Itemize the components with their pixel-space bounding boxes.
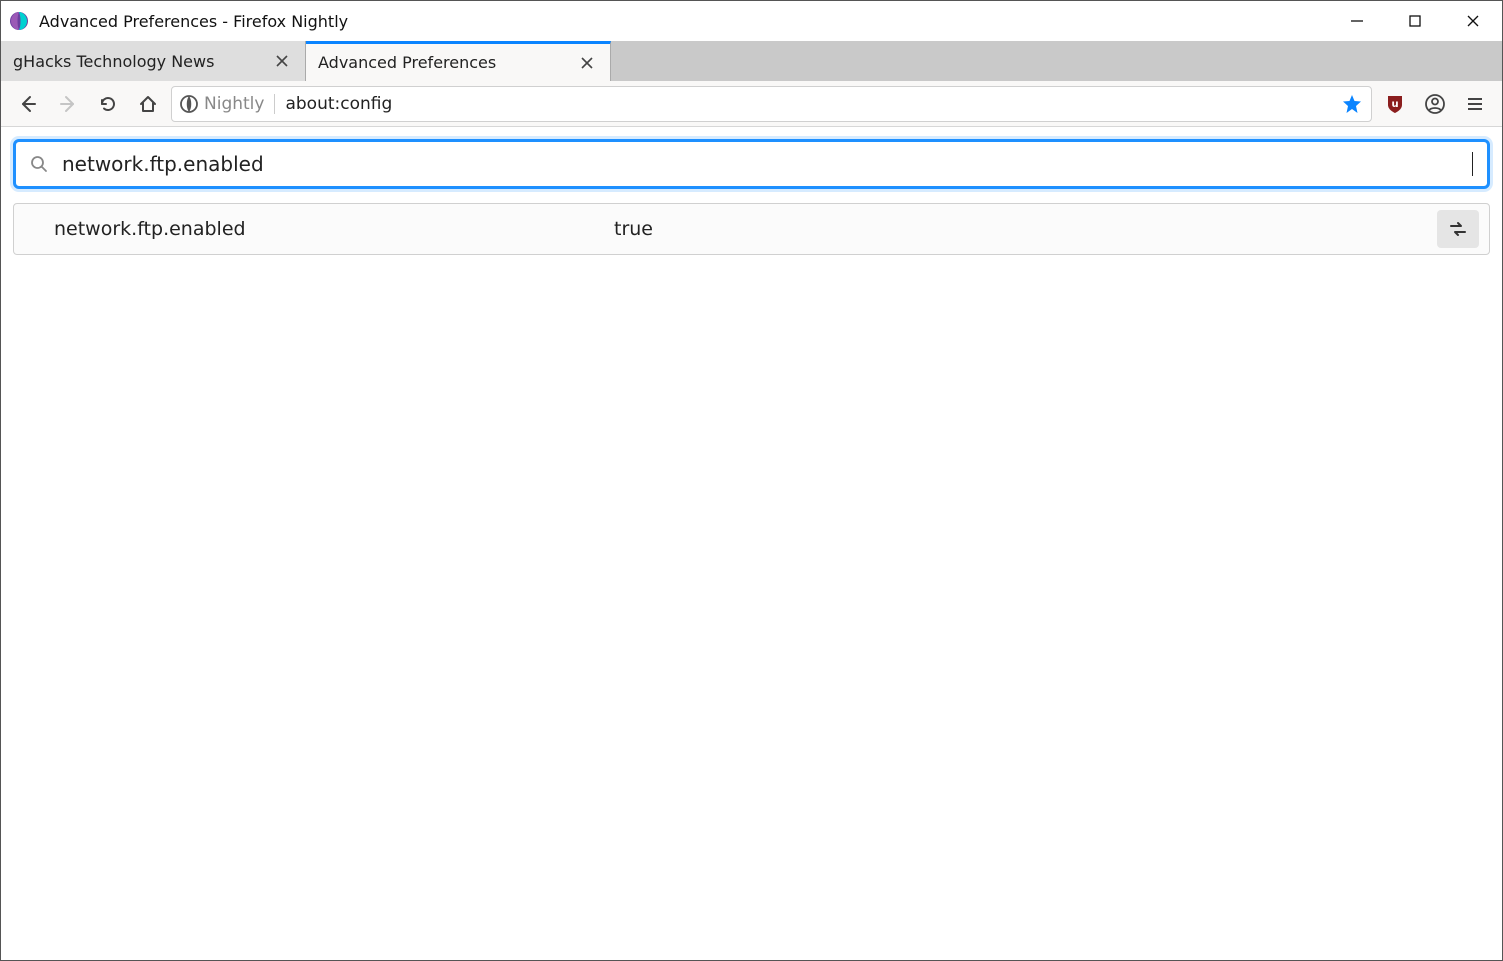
svg-text:u: u <box>1391 99 1398 110</box>
ublock-icon[interactable]: u <box>1378 87 1412 121</box>
home-button[interactable] <box>131 87 165 121</box>
config-search[interactable] <box>16 142 1487 186</box>
url-text: about:config <box>285 94 1333 114</box>
search-icon <box>30 155 48 173</box>
close-tab-icon[interactable] <box>271 50 293 72</box>
close-tab-icon[interactable] <box>576 52 598 74</box>
back-button[interactable] <box>11 87 45 121</box>
account-icon[interactable] <box>1418 87 1452 121</box>
reload-button[interactable] <box>91 87 125 121</box>
maximize-button[interactable] <box>1386 1 1444 41</box>
config-search-container <box>13 139 1490 189</box>
pref-value: true <box>614 218 1437 240</box>
urlbar[interactable]: Nightly about:config <box>171 86 1372 122</box>
firefox-nightly-icon <box>9 11 29 31</box>
config-search-input[interactable] <box>62 152 1473 176</box>
tab-advanced-preferences[interactable]: Advanced Preferences <box>306 41 611 81</box>
menu-icon[interactable] <box>1458 87 1492 121</box>
tab-label: gHacks Technology News <box>13 52 271 71</box>
nightly-icon <box>180 95 198 113</box>
tab-label: Advanced Preferences <box>318 53 576 72</box>
pref-name: network.ftp.enabled <box>54 218 614 240</box>
identity-label: Nightly <box>204 94 264 114</box>
window-controls <box>1328 1 1502 41</box>
aboutconfig-content: network.ftp.enabled true <box>1 127 1502 267</box>
close-button[interactable] <box>1444 1 1502 41</box>
pref-row[interactable]: network.ftp.enabled true <box>13 203 1490 255</box>
tab-ghacks[interactable]: gHacks Technology News <box>1 41 306 81</box>
minimize-button[interactable] <box>1328 1 1386 41</box>
bookmark-star-icon[interactable] <box>1341 93 1363 115</box>
navbar: Nightly about:config u <box>1 81 1502 127</box>
tabstrip: gHacks Technology News Advanced Preferen… <box>1 41 1502 81</box>
window-title: Advanced Preferences - Firefox Nightly <box>39 12 348 31</box>
toggle-icon[interactable] <box>1437 210 1479 248</box>
titlebar: Advanced Preferences - Firefox Nightly <box>1 1 1502 41</box>
identity-box[interactable]: Nightly <box>180 94 275 114</box>
forward-button[interactable] <box>51 87 85 121</box>
